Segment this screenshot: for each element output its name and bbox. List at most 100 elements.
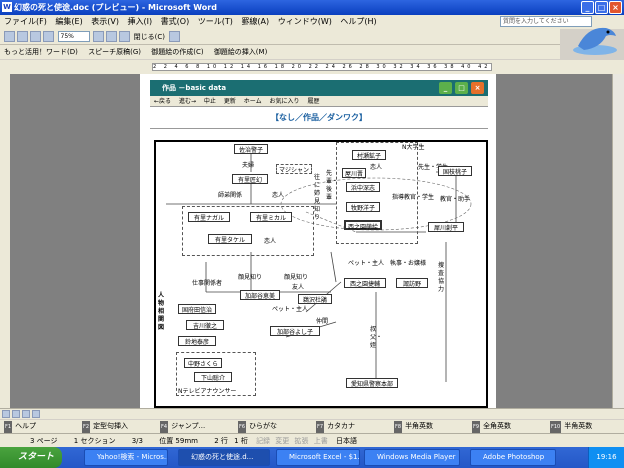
status-ovr[interactable]: 上書 xyxy=(314,437,328,445)
more-button[interactable]: もっと活用！ワード(D) xyxy=(4,48,78,56)
maximize-button[interactable]: □ xyxy=(595,1,608,14)
clock[interactable]: 19:16 xyxy=(588,447,624,468)
task-excel[interactable]: Microsoft Excel - $1... xyxy=(276,449,360,466)
start-button[interactable]: スタート xyxy=(0,447,62,468)
task-word[interactable]: 幻惑の死と使途.d... xyxy=(178,449,270,466)
print-view-icon[interactable] xyxy=(22,410,30,418)
label-lover2: 恋人 xyxy=(264,238,277,245)
box-mizuhara: 諏訪野 xyxy=(396,278,428,288)
vertical-scrollbar[interactable] xyxy=(612,74,624,408)
relationship-diagram: 佐治警子 夫婦 有里匠幻 マジシャン 師弟関係 恋人 有里ナガル 有里ミカル 有… xyxy=(154,140,488,408)
status-trk[interactable]: 変更 xyxy=(275,437,289,445)
web-minimize-icon: _ xyxy=(439,82,452,94)
minimize-button[interactable]: _ xyxy=(581,1,594,14)
ruler-icon[interactable] xyxy=(93,31,105,42)
box-nishinosono-moe: 西之園萌絵 xyxy=(344,220,382,231)
greeting-insert-button[interactable]: 御題絵の挿入(M) xyxy=(214,48,268,56)
speech-button[interactable]: スピーチ原稿(G) xyxy=(88,48,141,56)
menu-tools[interactable]: ツール(T) xyxy=(198,17,233,26)
label-staff: 執事・お嬢様 xyxy=(390,260,427,267)
magnifier-icon[interactable] xyxy=(17,31,28,42)
outline-view-icon[interactable] xyxy=(32,410,40,418)
label-prof: 教官・助手 xyxy=(440,196,471,203)
greeting-create-button[interactable]: 御題絵の作成(C) xyxy=(151,48,203,56)
office-assistant-dolphin-icon[interactable] xyxy=(570,18,620,58)
one-page-icon[interactable] xyxy=(30,31,41,42)
box-arima-nagaru: 有里ナガル xyxy=(188,212,230,222)
divider xyxy=(150,128,488,129)
status-section: 1 セクション xyxy=(73,437,116,445)
menu-help[interactable]: ヘルプ(H) xyxy=(340,17,376,26)
label-pet: ペット・主人 xyxy=(348,260,385,267)
box-ya-kawa: 屋川晋 xyxy=(342,168,366,178)
fkey-8-label: 半角英数 xyxy=(564,422,593,430)
menu-edit[interactable]: 編集(E) xyxy=(55,17,82,26)
vertical-ruler xyxy=(0,74,10,408)
normal-view-icon[interactable] xyxy=(2,410,10,418)
preview-toolbar: 75% 閉じる(C) xyxy=(0,29,560,45)
task-yahoo[interactable]: Yahoo!検索 - Micros... xyxy=(84,449,168,466)
box-tonoike: 国府田信治 xyxy=(178,304,216,314)
box-suzuki: 鈴地泰彦 xyxy=(178,336,216,346)
status-page: 3 ページ xyxy=(30,437,58,445)
nav-home: ホーム xyxy=(243,98,262,105)
box-nishinosono-kyo: 西之園捷輔 xyxy=(344,278,386,288)
box-uezawa: 鵜沢杜鵑 xyxy=(298,294,332,304)
fkey-6[interactable]: F8 半角英数 xyxy=(390,420,468,433)
box-hamanaka: 浜中深志 xyxy=(346,182,380,192)
page: 作品 －basic data _ □ × ←戻る 進む→ 中止 更新 ホーム お… xyxy=(140,74,496,408)
box-kaga: 加部谷恵美 xyxy=(240,290,280,300)
help-icon[interactable] xyxy=(168,31,180,42)
menu-insert[interactable]: 挿入(I) xyxy=(128,17,153,26)
fkey-7-key: F9 xyxy=(472,421,481,433)
task-photoshop[interactable]: Adobe Photoshop xyxy=(470,449,556,466)
status-line: 2 行 xyxy=(214,437,228,445)
fkey-8-key: F10 xyxy=(550,421,562,433)
fkey-2[interactable]: F2 定型句挿入 xyxy=(78,420,156,433)
task-media-player[interactable]: Windows Media Player xyxy=(364,449,460,466)
web-view-icon[interactable] xyxy=(12,410,20,418)
close-preview-button[interactable]: 閉じる(C) xyxy=(134,32,165,42)
label-investigate: 捜査協力 xyxy=(438,262,445,293)
fkey-7[interactable]: F9 全角英数 xyxy=(468,420,546,433)
zoom-select[interactable]: 75% xyxy=(57,31,90,42)
box-sato: 佐治警子 xyxy=(234,144,268,154)
label-lover-dashed: 恋人 xyxy=(370,164,383,171)
label-tv: Nテレビアナウンサー xyxy=(178,388,237,395)
word-icon: W xyxy=(2,2,12,12)
fkey-6-label: 半角英数 xyxy=(405,422,434,430)
shrink-icon[interactable] xyxy=(106,31,118,42)
page-heading: 【なし／作品／ダンワク】 xyxy=(271,113,367,122)
menu-window[interactable]: ウィンドウ(W) xyxy=(278,17,332,26)
nav-back: ←戻る xyxy=(154,98,172,105)
fullscreen-icon[interactable] xyxy=(119,31,131,42)
document-area[interactable]: 作品 －basic data _ □ × ←戻る 進む→ 中止 更新 ホーム お… xyxy=(10,74,612,408)
label-acquaint: 顔見知り xyxy=(284,274,309,281)
fkey-5[interactable]: F7 カタカナ xyxy=(312,420,390,433)
box-majishan: マジシャン xyxy=(276,164,312,174)
fkey-3[interactable]: F4 ジャンプ... xyxy=(156,420,234,433)
menu-file[interactable]: ファイル(F) xyxy=(4,17,47,26)
web-maximize-icon: □ xyxy=(455,82,468,94)
menu-table[interactable]: 罫線(A) xyxy=(241,17,269,26)
web-window-title: 作品 －basic data _ □ × xyxy=(150,80,488,96)
horizontal-ruler: 2 2 4 6 8 10 12 14 16 18 20 22 24 26 28 … xyxy=(0,60,624,74)
nav-favorites: お気に入り xyxy=(269,98,300,105)
fkey-2-label: 定型句挿入 xyxy=(93,422,129,430)
status-rec[interactable]: 記録 xyxy=(256,437,270,445)
label-uncle: 叔父・姪 xyxy=(370,326,383,349)
fkey-1[interactable]: F1 ヘルプ xyxy=(0,420,78,433)
menu-view[interactable]: 表示(V) xyxy=(91,17,119,26)
print-icon[interactable] xyxy=(4,31,15,42)
fkey-3-label: ジャンプ... xyxy=(171,422,206,430)
multi-page-icon[interactable] xyxy=(43,31,54,42)
box-saikawa: 犀川創平 xyxy=(428,222,464,232)
nav-refresh: 更新 xyxy=(223,98,236,105)
menu-format[interactable]: 書式(O) xyxy=(161,17,190,26)
fkey-8[interactable]: F10 半角英数 xyxy=(546,420,606,433)
status-ext[interactable]: 拡張 xyxy=(295,437,309,445)
close-window-button[interactable]: × xyxy=(609,1,622,14)
fkey-4[interactable]: F6 ひらがな xyxy=(234,420,312,433)
view-buttons-bar xyxy=(0,408,624,419)
box-aichi: 愛知県警察本部 xyxy=(346,378,398,388)
